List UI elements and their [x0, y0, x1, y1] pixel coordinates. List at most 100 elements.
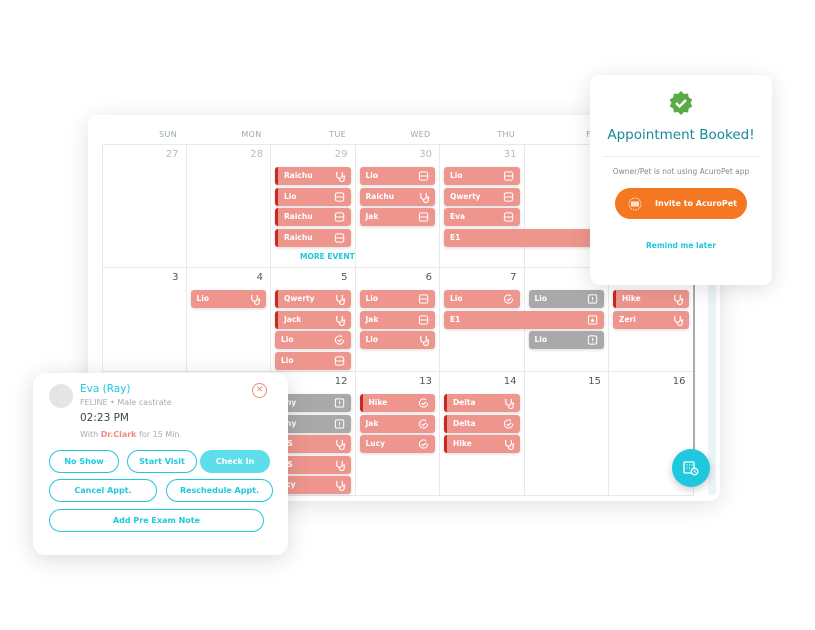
calendar-event[interactable]: Lio: [275, 187, 351, 206]
calendar-event[interactable]: Jack: [275, 310, 351, 329]
calendar-event[interactable]: Lucy: [359, 435, 435, 453]
stethoscope-icon: [335, 460, 345, 471]
scrollbar[interactable]: [693, 268, 695, 468]
day-cell[interactable]: 28: [186, 144, 271, 268]
check-in-button[interactable]: Check In: [200, 450, 270, 473]
weekday-header: WED: [410, 130, 431, 139]
event-label: Lio: [534, 335, 548, 344]
more-event-link[interactable]: MORE EVENT: [300, 252, 355, 261]
cancel-appointment-button[interactable]: Cancel Appt.: [49, 479, 157, 502]
acuropet-logo-icon: [628, 197, 642, 210]
calendar-event[interactable]: Jak: [359, 208, 435, 226]
calendar-event[interactable]: Eva: [444, 208, 520, 226]
day-cell[interactable]: 3: [102, 268, 187, 372]
calendar-icon: [334, 212, 344, 222]
start-visit-button[interactable]: Start Visit: [127, 450, 197, 473]
event-label: Raichu: [284, 212, 313, 221]
sex: Male castrate: [117, 398, 172, 407]
day-number: 5: [341, 272, 348, 283]
calendar-event[interactable]: Lio: [359, 290, 435, 308]
calendar-event[interactable]: Lio: [190, 290, 266, 308]
day-cell[interactable]: 31: [440, 144, 525, 268]
dialog-subtitle: Owner/Pet is not using AcuroPet app: [612, 167, 750, 176]
event-label: Lio: [284, 191, 297, 201]
event-label: Jak: [365, 314, 379, 324]
verified-badge-icon: [669, 91, 693, 115]
calendar-icon: [334, 355, 344, 366]
calendar-event[interactable]: Hike: [613, 290, 689, 308]
day-cell[interactable]: 29: [271, 144, 356, 268]
day-number: 13: [419, 376, 432, 387]
calendar-fab-button[interactable]: [672, 449, 710, 487]
calendar-event[interactable]: Lio: [359, 167, 435, 185]
day-cell[interactable]: 27: [102, 144, 187, 268]
no-show-button[interactable]: No Show: [49, 450, 119, 473]
day-number: 16: [672, 376, 686, 387]
calendar-event[interactable]: Lio: [275, 331, 351, 349]
alert-icon: [587, 294, 598, 304]
event-label: Lucy: [365, 439, 385, 448]
calendar-event[interactable]: Jak: [359, 414, 435, 433]
invite-to-acuropet-button[interactable]: Invite to AcuroPet: [615, 188, 747, 219]
event-label: Delta: [453, 418, 476, 428]
calendar-event[interactable]: Delta: [444, 414, 520, 433]
calendar-event[interactable]: Lio: [528, 290, 604, 308]
stethoscope-icon: [251, 294, 261, 305]
calendar-event[interactable]: Hike: [444, 435, 520, 453]
stethoscope-icon: [335, 171, 345, 182]
event-label: Lio: [534, 294, 548, 303]
check-icon: [503, 418, 513, 429]
calendar-event[interactable]: Raichu: [275, 167, 351, 185]
duration: for 15 Min: [139, 430, 180, 439]
remind-me-later-link[interactable]: Remind me later: [590, 241, 772, 250]
calendar-event[interactable]: Lio: [528, 331, 604, 349]
add-pre-exam-note-button[interactable]: Add Pre Exam Note: [49, 509, 264, 532]
calendar-event[interactable]: Raichu: [275, 228, 351, 247]
day-cell[interactable]: 14: [440, 372, 525, 496]
calendar-event[interactable]: Zeri: [613, 310, 689, 329]
stethoscope-icon: [335, 480, 345, 491]
day-number: 14: [503, 376, 517, 387]
calendar-event[interactable]: Lio: [444, 290, 520, 308]
alert-icon: [334, 398, 344, 408]
calendar-event[interactable]: Jak: [359, 310, 435, 329]
reschedule-appointment-button[interactable]: Reschedule Appt.: [166, 479, 273, 502]
alert-icon: [587, 335, 598, 345]
calendar-event[interactable]: Lio: [275, 351, 351, 370]
day-cell[interactable]: 13: [355, 372, 440, 496]
stethoscope-icon: [673, 315, 683, 326]
calendar-icon: [503, 171, 513, 181]
calendar-event[interactable]: Hike: [359, 394, 435, 412]
calendar-event[interactable]: Raichu: [359, 187, 435, 206]
calendar-icon: [503, 212, 513, 222]
calendar-event[interactable]: Qwerty: [444, 187, 520, 206]
appointment-popover: Eva (Ray) FELINE • Male castrate 02:23 P…: [33, 373, 288, 555]
calendar-event[interactable]: Qwerty: [275, 290, 351, 308]
day-number: 30: [419, 149, 432, 160]
weekday-header: MON: [241, 130, 262, 139]
calendar-event[interactable]: Lio: [359, 331, 435, 349]
doctor-line: With Dr.Clark for 15 Min: [80, 430, 180, 439]
weekday-header: THU: [497, 130, 515, 139]
pet-name[interactable]: Eva (Ray): [80, 383, 131, 395]
day-number: 27: [165, 149, 179, 160]
calendar-event[interactable]: Raichu: [275, 208, 351, 226]
check-icon: [418, 398, 429, 408]
calendar-event[interactable]: E1: [444, 228, 604, 247]
species: FELINE: [80, 398, 108, 407]
doctor-name: Dr.Clark: [100, 430, 137, 439]
check-icon: [418, 439, 429, 449]
close-icon[interactable]: ✕: [252, 383, 267, 398]
stethoscope-icon: [420, 335, 430, 346]
star-icon: [587, 314, 598, 325]
calendar-event[interactable]: Lio: [444, 167, 520, 185]
event-label: Jack: [284, 314, 302, 324]
calendar-icon: [418, 294, 429, 304]
weekday-header: SUN: [159, 130, 177, 139]
divider: [602, 156, 760, 157]
calendar-event[interactable]: E1: [444, 310, 604, 329]
day-cell[interactable]: 4: [186, 268, 271, 372]
calendar-event[interactable]: Delta: [444, 394, 520, 412]
day-cell[interactable]: 15: [524, 372, 609, 496]
day-cell[interactable]: 30: [355, 144, 440, 268]
